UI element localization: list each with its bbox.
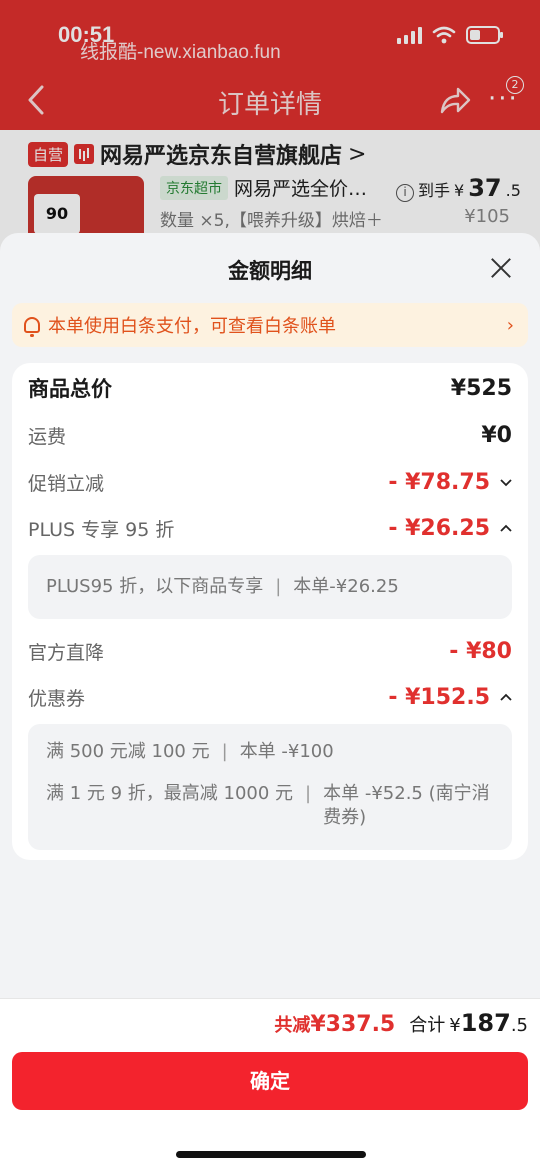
plus-detail-box: PLUS95 折，以下商品专享 | 本单-¥26.25 (28, 555, 512, 619)
total-currency: ¥ (449, 1015, 461, 1036)
row-official: 官方直降 - ¥80 (28, 634, 512, 668)
chevron-up-icon[interactable] (500, 691, 512, 703)
plus-detail-right: 本单-¥26.25 (293, 576, 399, 597)
total-label: 合计 (409, 1015, 446, 1036)
close-icon[interactable] (490, 257, 512, 279)
row-coupon[interactable]: 优惠券 - ¥152.5 (28, 680, 512, 714)
total-label: 商品总价 (28, 377, 112, 401)
coupon-detail-right: 本单 -¥52.5 (南宁消费券) (323, 783, 490, 828)
coupon-value: - ¥152.5 (388, 684, 490, 710)
promo-value-wrap: - ¥78.75 (388, 470, 512, 495)
coupon-detail-line: 满 1 元 9 折，最高减 1000 元 | 本单 -¥52.5 (南宁消费券) (46, 782, 494, 830)
footer-bar: 共减 ¥337.5 合计 ¥ 187 .5 确定 (0, 998, 540, 1168)
divider: | (275, 576, 282, 597)
coupon-label: 优惠券 (28, 687, 86, 710)
divider: | (221, 741, 228, 762)
total-value: ¥525 (450, 375, 512, 401)
plus-detail-left: PLUS95 折，以下商品专享 (46, 576, 264, 597)
saved-value: ¥337.5 (310, 1012, 396, 1037)
shipping-value: ¥0 (481, 422, 512, 448)
total-decimal: .5 (510, 1015, 528, 1036)
bell-icon (24, 317, 40, 337)
sheet-header: 金额明细 (0, 233, 540, 301)
overlay-dim[interactable] (0, 0, 540, 260)
official-label: 官方直降 (28, 641, 105, 664)
plus-value-wrap: - ¥26.25 (388, 516, 512, 541)
coupon-detail-left: 满 1 元 9 折，最高减 1000 元 (46, 783, 294, 804)
coupon-detail-left: 满 500 元减 100 元 (46, 741, 210, 762)
row-shipping: 运费 ¥0 (28, 418, 512, 452)
coupon-detail-line: 满 500 元减 100 元 | 本单 -¥100 (46, 740, 494, 764)
divider: | (305, 783, 312, 804)
shipping-label: 运费 (28, 425, 67, 448)
home-indicator (176, 1151, 366, 1158)
totals: 共减 ¥337.5 合计 ¥ 187 .5 (274, 1009, 528, 1037)
promo-value: - ¥78.75 (388, 469, 490, 495)
plus-detail-line: PLUS95 折，以下商品专享 | 本单-¥26.25 (46, 575, 399, 599)
coupon-detail-box: 满 500 元减 100 元 | 本单 -¥100 满 1 元 9 折，最高减 … (28, 724, 512, 850)
official-value: - ¥80 (449, 638, 512, 664)
row-promo[interactable]: 促销立减 - ¥78.75 (28, 465, 512, 499)
coupon-value-wrap: - ¥152.5 (388, 685, 512, 710)
row-total: 商品总价 ¥525 (28, 371, 512, 405)
coupon-detail-right: 本单 -¥100 (239, 741, 334, 762)
plus-value: - ¥26.25 (388, 515, 490, 541)
chevron-down-icon[interactable] (500, 476, 512, 488)
chevron-up-icon[interactable] (500, 522, 512, 534)
promo-label: 促销立减 (28, 472, 105, 495)
saved-label: 共减 (274, 1015, 311, 1036)
notice-text: 本单使用白条支付，可查看白条账单 (48, 316, 336, 337)
baitiao-notice[interactable]: 本单使用白条支付，可查看白条账单 › (12, 303, 528, 347)
total-main: 187 (460, 1009, 511, 1037)
amount-card: 商品总价 ¥525 运费 ¥0 促销立减 - ¥78.75 PLUS 专享 95… (12, 363, 528, 860)
plus-label: PLUS 专享 95 折 (28, 518, 175, 541)
confirm-button[interactable]: 确定 (12, 1052, 528, 1110)
row-plus[interactable]: PLUS 专享 95 折 - ¥26.25 (28, 511, 512, 545)
chevron-right-icon: › (506, 314, 514, 336)
sheet-title: 金额明细 (228, 259, 312, 283)
